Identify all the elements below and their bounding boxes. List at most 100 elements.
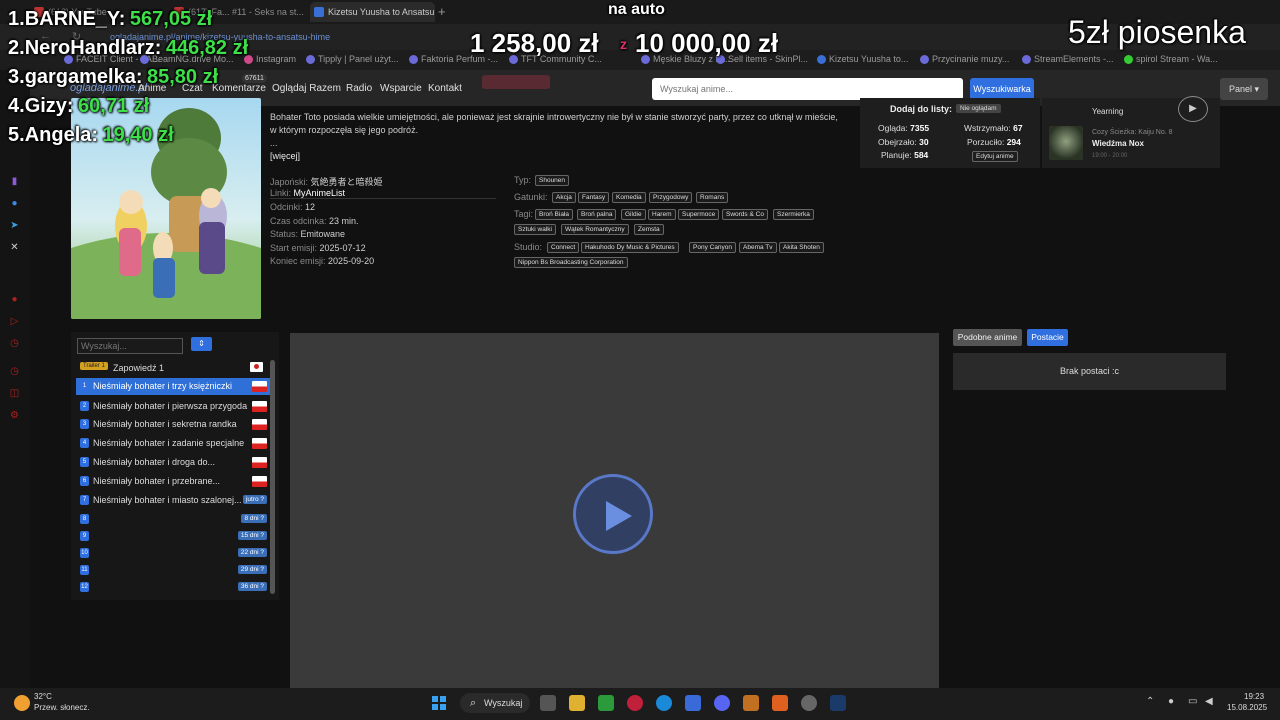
episode-row-active[interactable]: 1 Nieśmiały bohater i trzy księżniczki — [76, 378, 270, 395]
mal-link[interactable]: MyAnimeList — [294, 188, 346, 198]
episode-row[interactable]: 3 Nieśmiały bohater i sekretna randka — [76, 416, 270, 433]
sort-icon[interactable]: ⇕ — [191, 337, 212, 351]
more-link[interactable]: [więcej] — [270, 151, 300, 161]
chevron-up-icon[interactable]: ⌃ — [1146, 696, 1154, 707]
weather-description[interactable]: Przew. słonecz. — [34, 703, 90, 712]
history-icon[interactable]: ◷ — [9, 338, 20, 349]
genre-chip[interactable]: Komedia — [612, 192, 646, 203]
telegram-icon[interactable]: ➤ — [9, 220, 20, 231]
weather-temperature[interactable]: 32°C — [34, 692, 52, 701]
tag-chip[interactable]: Wątek Romantyczny — [561, 224, 629, 235]
tag-chip[interactable]: Zemsta — [634, 224, 664, 235]
episode-row[interactable]: 10 22 dni ? — [76, 545, 270, 562]
arrow-icon[interactable]: ▷ — [9, 316, 20, 327]
bookmark[interactable]: Przycinanie muzy... — [920, 54, 1009, 64]
bookmark[interactable]: spirol Stream - Wa... — [1124, 54, 1218, 64]
nav-radio[interactable]: Radio — [346, 83, 372, 94]
trailer-row[interactable]: Trailer 1 Zapowiedź 1 — [77, 361, 269, 376]
type-chip[interactable]: Shounen — [535, 175, 570, 186]
episode-row[interactable]: 4 Nieśmiały bohater i zadanie specjalne — [76, 435, 270, 452]
genre-chip[interactable]: Romans — [696, 192, 729, 203]
xbox-icon[interactable] — [598, 695, 614, 711]
studio-chip[interactable]: Nippon Bs Broadcasting Corporation — [514, 257, 628, 268]
episode-row[interactable]: 12 36 dni ? — [76, 579, 270, 596]
obs-icon[interactable] — [801, 695, 817, 711]
tag-chip[interactable]: Sztuki walki — [514, 224, 556, 235]
radio-play-icon[interactable]: ▶ — [1178, 96, 1208, 122]
edge-icon[interactable] — [656, 695, 672, 711]
task-view-icon[interactable] — [540, 695, 556, 711]
anime-description: Bohater Toto posiada wielkie umiejętnośc… — [270, 112, 838, 135]
episode-search-input[interactable] — [77, 338, 183, 354]
browser-tab-active[interactable]: Kizetsu Yuusha to Ansatsu Hime — [310, 2, 435, 22]
bookmark[interactable]: Instagram — [244, 54, 296, 64]
tag-chip[interactable]: Szermierka — [773, 209, 814, 220]
tag-chip[interactable]: Gildie — [621, 209, 646, 220]
tag-chip[interactable]: Broń palna — [577, 209, 617, 220]
store-icon[interactable] — [685, 695, 701, 711]
box-icon[interactable]: ◫ — [9, 388, 20, 399]
edit-anime-button[interactable]: Edytuj anime — [972, 151, 1018, 162]
messenger-icon[interactable]: ● — [9, 198, 20, 209]
file-explorer-icon[interactable] — [569, 695, 585, 711]
clock-time[interactable]: 19:23 — [1244, 692, 1264, 701]
tab-similar-anime[interactable]: Podobne anime — [953, 329, 1022, 346]
tag-chip[interactable]: Supermoce — [678, 209, 720, 220]
episode-row[interactable]: 9 15 dni ? — [76, 528, 270, 545]
x-icon[interactable]: ✕ — [9, 242, 20, 253]
episode-list-scrollbar[interactable] — [270, 360, 275, 594]
nav-ogladaj-razem[interactable]: Oglądaj Razem — [272, 83, 341, 94]
release-badge: 36 dni ? — [237, 582, 267, 591]
taskbar-search[interactable]: Wyszukaj — [460, 693, 530, 713]
episode-row[interactable]: 6 Nieśmiały bohater i przebrane... — [76, 473, 270, 490]
nav-komentarze[interactable]: Komentarze — [212, 83, 266, 94]
search-button[interactable]: Wyszukiwarka — [970, 78, 1034, 100]
studio-chip[interactable]: Akita Shoten — [779, 242, 824, 253]
bookmark[interactable]: Tipply | Panel użyt... — [306, 54, 399, 64]
anime-search-input[interactable] — [652, 78, 963, 100]
nav-kontakt[interactable]: Kontakt — [428, 83, 462, 94]
bookmark[interactable]: Kizetsu Yuusha to... — [817, 54, 908, 64]
tag-chip[interactable]: Broń Biała — [535, 209, 573, 220]
app-icon[interactable] — [772, 695, 788, 711]
twitch-icon[interactable]: ▮ — [9, 176, 20, 187]
opera-gx-icon[interactable] — [627, 695, 643, 711]
tag-chip[interactable]: Harem — [648, 209, 676, 220]
windows-start-icon[interactable] — [432, 696, 446, 710]
clock-icon[interactable]: ◷ — [9, 366, 20, 377]
studio-chip[interactable]: Hakuhodo Dy Music & Pictures — [581, 242, 679, 253]
new-tab-plus-icon[interactable]: + — [438, 4, 446, 19]
genre-chip[interactable]: Akcja — [552, 192, 576, 203]
nav-wsparcie[interactable]: Wsparcie — [380, 83, 422, 94]
episode-row[interactable]: 8 8 dni ? — [76, 511, 270, 528]
stat-value: 30 — [919, 137, 929, 147]
opera-icon[interactable]: ● — [9, 294, 20, 305]
sun-icon[interactable] — [14, 695, 30, 711]
studio-chip[interactable]: Connect — [547, 242, 580, 253]
episode-row[interactable]: 11 29 dni ? — [76, 562, 270, 579]
studio-chip[interactable]: Pony Canyon — [689, 242, 737, 253]
app-icon[interactable] — [743, 695, 759, 711]
bookmark[interactable]: StreamElements -... — [1022, 54, 1114, 64]
tag-chip[interactable]: Swords & Co — [722, 209, 768, 220]
episode-row[interactable]: 5 Nieśmiały bohater i droga do... — [76, 454, 270, 471]
discord-icon[interactable] — [714, 695, 730, 711]
settings-icon[interactable]: ⚙ — [9, 410, 20, 421]
video-player[interactable] — [290, 333, 939, 688]
genre-chip[interactable]: Przygodowy — [649, 192, 693, 203]
microphone-icon[interactable]: ● — [1168, 696, 1174, 707]
genre-chip[interactable]: Fantasy — [578, 192, 610, 203]
clock-date[interactable]: 15.08.2025 — [1227, 703, 1267, 712]
play-icon[interactable] — [573, 474, 653, 554]
studio-chip[interactable]: Abema Tv — [739, 242, 777, 253]
network-icon[interactable]: ▭ — [1188, 696, 1197, 707]
episode-row[interactable]: 7 Nieśmiały bohater i miasto szalonej... j… — [76, 492, 270, 509]
stat-label: Obejrzało: — [878, 137, 917, 147]
episode-row[interactable]: 2 Nieśmiały bohater i pierwsza przygoda — [76, 398, 270, 415]
speaker-icon[interactable]: ◀ — [1205, 696, 1213, 707]
steam-icon[interactable] — [830, 695, 846, 711]
tab-characters[interactable]: Postacie — [1027, 329, 1068, 346]
panel-dropdown-button[interactable]: Panel ▾ — [1220, 78, 1268, 100]
list-status-dropdown[interactable]: Nie oglądam — [956, 104, 1001, 113]
stat-value: 584 — [914, 150, 929, 160]
